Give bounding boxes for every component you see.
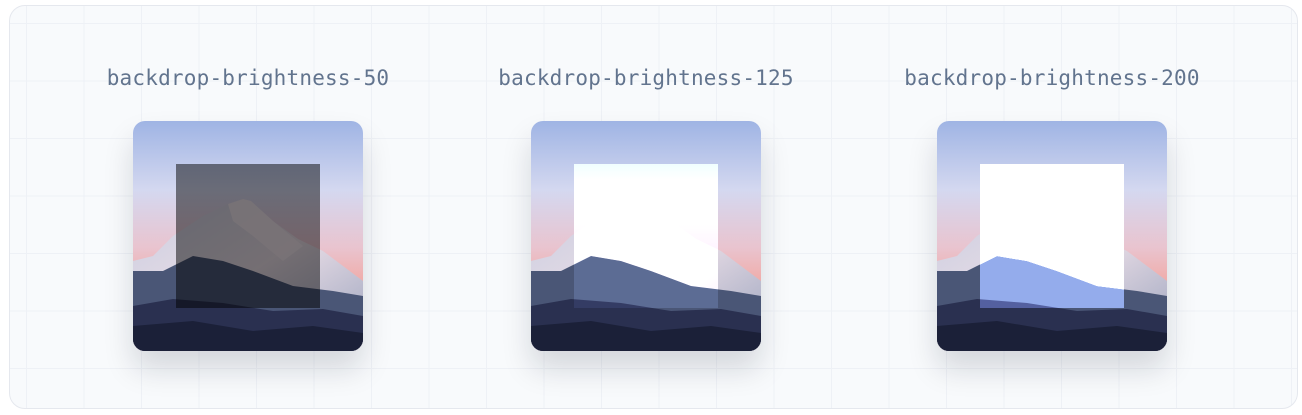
example-container: backdrop-brightness-50 backdrop-brightne… bbox=[9, 5, 1298, 409]
example-label: backdrop-brightness-200 bbox=[904, 66, 1200, 90]
mountain-image-card bbox=[937, 121, 1167, 351]
example-label: backdrop-brightness-50 bbox=[106, 66, 390, 90]
example-label: backdrop-brightness-125 bbox=[498, 66, 794, 90]
backdrop-overlay bbox=[574, 164, 718, 308]
mountain-image-card bbox=[133, 121, 363, 351]
mountain-image-card bbox=[531, 121, 761, 351]
backdrop-overlay bbox=[980, 164, 1124, 308]
backdrop-overlay bbox=[176, 164, 320, 308]
